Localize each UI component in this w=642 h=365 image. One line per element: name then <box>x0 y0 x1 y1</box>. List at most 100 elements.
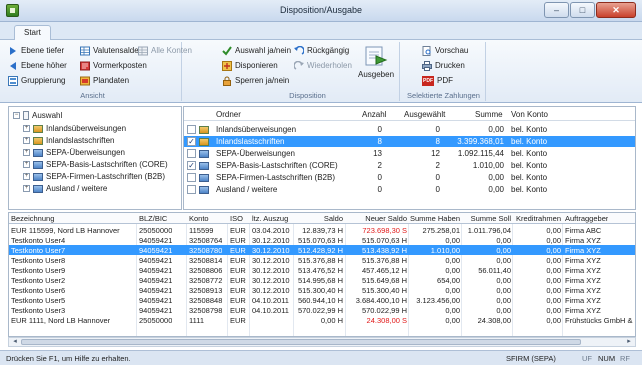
cell-kredit: 0,00 <box>546 226 561 235</box>
col-saldo[interactable]: Saldo <box>295 214 343 223</box>
table-row[interactable]: Testkonto User6 94059421 32508913 EUR 30… <box>9 285 635 295</box>
row-checkbox[interactable] <box>187 149 196 158</box>
row-checkbox[interactable] <box>187 125 196 134</box>
tree-item-inlandsueberweisungen[interactable]: + Inlandsüberweisungen <box>23 123 126 134</box>
sperren-button[interactable]: Sperren ja/nein <box>222 74 289 87</box>
row-checkbox[interactable]: ✓ <box>187 137 196 146</box>
vorschau-button[interactable]: Vorschau <box>422 44 468 57</box>
ordner-konto: bel. Konto <box>511 185 548 194</box>
ordner-konto: bel. Konto <box>511 149 548 158</box>
table-row[interactable]: Testkonto User3 94059421 32508798 EUR 04… <box>9 305 635 315</box>
grid-icon <box>138 46 148 55</box>
table-row[interactable]: Testkonto User4 94059421 32508764 EUR 30… <box>9 235 635 245</box>
tree-item-sepa-basis[interactable]: + SEPA-Basis-Lastschriften (CORE) <box>23 159 168 170</box>
cell-bezeichnung: EUR 115599, Nord LB Hannover <box>11 226 120 235</box>
col-iso[interactable]: ISO <box>230 214 243 223</box>
vormerkposten-button[interactable]: Vormerkposten <box>80 59 147 72</box>
row-checkbox[interactable] <box>187 185 196 194</box>
minimize-button[interactable]: – <box>544 2 569 18</box>
cell-haben: 1.010,00 <box>430 246 460 255</box>
pdf-icon: PDF <box>422 75 434 86</box>
ordner-row[interactable]: SEPA-Firmen-Lastschriften (B2B) 0 0 0,00… <box>184 172 635 183</box>
col-bezeichnung[interactable]: Bezeichnung <box>11 214 54 223</box>
scroll-thumb[interactable] <box>21 339 581 345</box>
cell-iso: EUR <box>230 256 246 265</box>
table-row[interactable]: Testkonto User9 94059421 32508806 EUR 30… <box>9 265 635 275</box>
auswahl-button[interactable]: Auswahl ja/nein <box>222 44 291 57</box>
cell-blz: 94059421 <box>139 236 173 245</box>
valutensalden-label: Valutensalden <box>93 46 144 55</box>
tree-root[interactable]: − Auswahl <box>13 110 62 121</box>
cell-iso: EUR <box>230 226 246 235</box>
ordner-row[interactable]: SEPA-Überweisungen 13 12 1.092.115,44 be… <box>184 148 635 159</box>
cell-haben: 0,00 <box>445 286 460 295</box>
expand-icon[interactable]: + <box>23 161 30 168</box>
scroll-right-icon[interactable]: ▸ <box>624 338 634 346</box>
cell-haben: 3.123.456,00 <box>416 296 460 305</box>
drucken-button[interactable]: Drucken <box>422 59 465 72</box>
collapse-icon[interactable]: − <box>13 112 20 119</box>
folder-icon <box>199 126 209 134</box>
ebene-tiefer-button[interactable]: Ebene tiefer <box>8 44 64 57</box>
ebene-hoeher-button[interactable]: Ebene höher <box>8 59 67 72</box>
ordner-row[interactable]: Inlandsüberweisungen 0 0 0,00 bel. Konto <box>184 124 635 135</box>
redo-icon <box>294 60 304 70</box>
maximize-button[interactable]: □ <box>570 2 595 18</box>
col-auszug[interactable]: ltz. Auszug <box>252 214 288 223</box>
cell-auftraggeber: Firma XYZ <box>565 266 601 275</box>
pdf-button[interactable]: PDF PDF <box>422 74 453 87</box>
scroll-left-icon[interactable]: ◂ <box>10 338 20 346</box>
wiederholen-button[interactable]: Wiederholen <box>294 59 352 72</box>
row-checkbox[interactable] <box>187 173 196 182</box>
ordner-row[interactable]: Ausland / weitere 0 0 0,00 bel. Konto <box>184 184 635 195</box>
folder-icon <box>199 186 209 194</box>
expand-icon[interactable]: + <box>23 137 30 144</box>
col-anzahl[interactable]: Anzahl <box>362 110 386 119</box>
alle-konten-button[interactable]: Alle Konten <box>138 44 192 57</box>
ordner-row-selected[interactable]: ✓ Inlandslastschriften 8 8 3.399.368,01 … <box>184 136 635 147</box>
tree-item-label: SEPA-Basis-Lastschriften (CORE) <box>46 160 168 169</box>
expand-icon[interactable]: + <box>23 125 30 132</box>
tree-item-inlandslastschriften[interactable]: + Inlandslastschriften <box>23 135 114 146</box>
expand-icon[interactable]: + <box>23 173 30 180</box>
table-row-selected[interactable]: Testkonto User7 94059421 32508780 EUR 30… <box>9 245 635 255</box>
col-von-konto[interactable]: Von Konto <box>511 110 548 119</box>
horizontal-scrollbar[interactable]: ◂ ▸ <box>8 337 636 347</box>
cell-neuer-saldo: 24.308,00 S <box>366 316 407 325</box>
close-button[interactable]: ✕ <box>596 2 636 18</box>
ordner-name: SEPA-Überweisungen <box>216 149 296 158</box>
tab-start[interactable]: Start <box>14 25 51 41</box>
expand-icon[interactable]: + <box>23 149 30 156</box>
table-row[interactable]: Testkonto User5 94059421 32508848 EUR 04… <box>9 295 635 305</box>
plandaten-button[interactable]: Plandaten <box>80 74 129 87</box>
table-row[interactable]: Testkonto User2 94059421 32508772 EUR 30… <box>9 275 635 285</box>
tree-item-label: Inlandslastschriften <box>46 136 115 145</box>
ausgeben-button[interactable]: Ausgeben <box>358 44 394 79</box>
rueckgaengig-button[interactable]: Rückgängig <box>294 44 349 57</box>
gruppierung-button[interactable]: Gruppierung <box>8 74 65 87</box>
col-ordner[interactable]: Ordner <box>216 110 241 119</box>
cell-neuer-saldo: 3.684.400,10 H <box>355 296 407 305</box>
ordner-anzahl: 13 <box>373 149 382 158</box>
col-neuer-saldo[interactable]: Neuer Saldo <box>347 214 407 223</box>
row-checkbox[interactable]: ✓ <box>187 161 196 170</box>
col-konto[interactable]: Konto <box>189 214 209 223</box>
tree-item-ausland[interactable]: + Ausland / weitere <box>23 183 107 194</box>
col-summe-soll[interactable]: Summe Soll <box>462 214 511 223</box>
col-auftraggeber[interactable]: Auftraggeber <box>565 214 608 223</box>
col-ausgewaehlt[interactable]: Ausgewählt <box>404 110 445 119</box>
col-blz[interactable]: BLZ/BIC <box>139 214 167 223</box>
table-row[interactable]: Testkonto User8 94059421 32508814 EUR 30… <box>9 255 635 265</box>
ordner-row[interactable]: ✓ SEPA-Basis-Lastschriften (CORE) 2 2 1.… <box>184 160 635 171</box>
cell-auftraggeber: Firma XYZ <box>565 256 601 265</box>
tree-item-sepa-firmen[interactable]: + SEPA-Firmen-Lastschriften (B2B) <box>23 171 165 182</box>
col-summe-haben[interactable]: Summe Haben <box>409 214 460 223</box>
table-row[interactable]: EUR 1111, Nord LB Hannover 25050000 1111… <box>9 315 635 325</box>
table-row[interactable]: EUR 115599, Nord LB Hannover 25050000 11… <box>9 225 635 235</box>
col-kreditrahmen[interactable]: Kreditrahmen <box>513 214 561 223</box>
valutensalden-button[interactable]: Valutensalden <box>80 44 143 57</box>
expand-icon[interactable]: + <box>23 185 30 192</box>
col-summe[interactable]: Summe <box>475 110 503 119</box>
disponieren-button[interactable]: Disponieren <box>222 59 278 72</box>
tree-item-sepa-ueberweisungen[interactable]: + SEPA-Überweisungen <box>23 147 125 158</box>
